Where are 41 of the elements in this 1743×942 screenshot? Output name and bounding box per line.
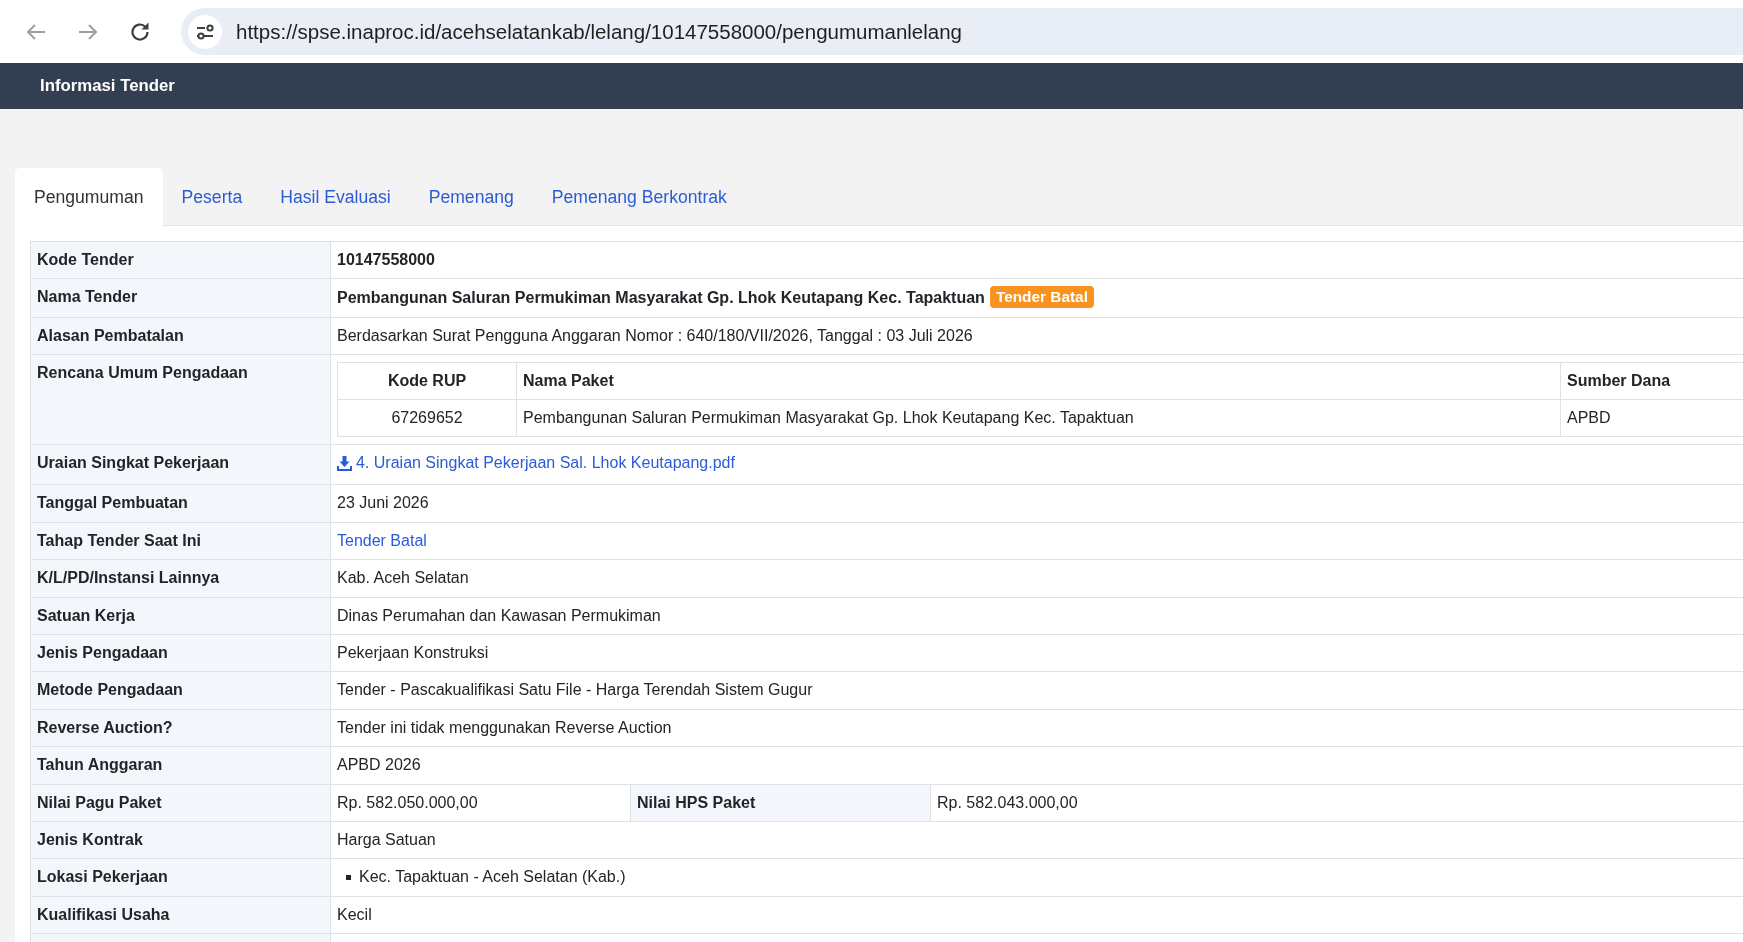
row-label: Rencana Umum Pengadaan bbox=[30, 354, 331, 445]
row-label: Alasan Pembatalan bbox=[30, 317, 331, 355]
row-value: Rp. 582.050.000,00 bbox=[330, 784, 631, 822]
sliders-icon[interactable] bbox=[188, 14, 222, 49]
column-header: Kode RUP bbox=[337, 362, 517, 400]
file-link[interactable]: 4. Uraian Singkat Pekerjaan Sal. Lhok Keutapang.pdf bbox=[337, 452, 735, 475]
reload-icon[interactable] bbox=[129, 20, 151, 43]
tab[interactable]: Pengumuman bbox=[15, 168, 163, 226]
tab[interactable]: Hasil Evaluasi bbox=[261, 168, 410, 226]
row-label: Nilai Pagu Paket bbox=[30, 784, 331, 822]
row-label: K/L/PD/Instansi Lainnya bbox=[30, 559, 331, 598]
row-label: Nilai HPS Paket bbox=[630, 784, 931, 822]
page-title: Informasi Tender bbox=[40, 76, 175, 96]
row-label: Nama Tender bbox=[30, 278, 331, 318]
address-bar[interactable]: https://spse.inaproc.id/acehselatankab/lelang/10147558000/pengumumanlelang bbox=[181, 8, 1743, 55]
tab[interactable]: Pemenang Berkontrak bbox=[532, 168, 746, 226]
row-label: Metode Pengadaan bbox=[30, 671, 331, 710]
download-icon bbox=[337, 455, 352, 471]
row-label: Reverse Auction? bbox=[30, 709, 331, 747]
bullet-icon bbox=[346, 875, 351, 881]
tab[interactable]: Pemenang bbox=[409, 168, 533, 226]
row-label: Tahap Tender Saat Ini bbox=[30, 522, 331, 560]
stage-link[interactable]: Tender Batal bbox=[337, 531, 427, 549]
row-label: Satuan Kerja bbox=[30, 597, 331, 635]
row-label: Tahun Anggaran bbox=[30, 746, 331, 785]
tender-name: Pembangunan Saluran Permukiman Masyarakat Gp. Lhok Keutapang Kec. Tapaktuan bbox=[337, 289, 985, 307]
table-cell: 67269652 bbox=[337, 399, 517, 437]
column-header: Nama Paket bbox=[516, 362, 1561, 400]
list-item: Kec. Tapaktuan - Aceh Selatan (Kab.) bbox=[359, 867, 626, 888]
row-label: Jenis Pengadaan bbox=[30, 634, 331, 672]
row-label: Tanggal Pembuatan bbox=[30, 484, 331, 523]
status-badge: Tender Batal bbox=[989, 286, 1094, 309]
column-header: Sumber Dana bbox=[1560, 362, 1743, 400]
table-cell: Pembangunan Saluran Permukiman Masyarakat Gp. Lhok Keutapang Kec. Tapaktuan bbox=[516, 399, 1561, 437]
row-value: 10147558000 bbox=[330, 241, 1743, 279]
row-label: Kode Tender bbox=[30, 241, 331, 279]
row-label: Uraian Singkat Pekerjaan bbox=[30, 444, 331, 485]
row-label: Jenis Kontrak bbox=[30, 821, 331, 859]
row-label: Lokasi Pekerjaan bbox=[30, 858, 331, 897]
row-label: Kualifikasi Usaha bbox=[30, 896, 331, 934]
tab[interactable]: Peserta bbox=[162, 168, 262, 226]
